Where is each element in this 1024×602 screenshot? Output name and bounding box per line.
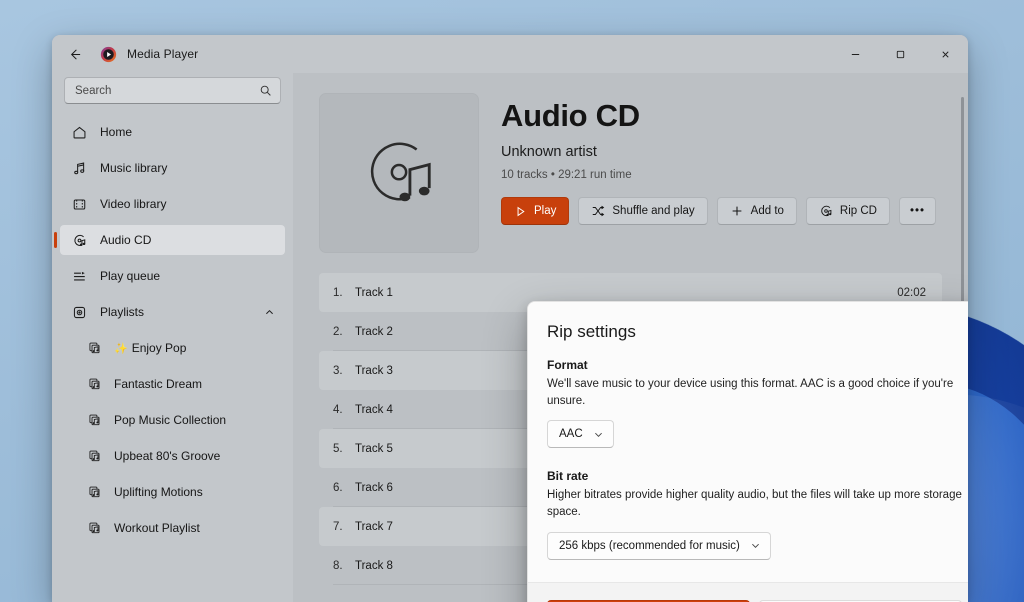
playlist-label: Workout Playlist (114, 521, 200, 535)
sidebar-playlist-fantastic-dream[interactable]: Fantastic Dream (60, 369, 285, 399)
sidebar-item-audio-cd-row: Audio CD (60, 222, 285, 258)
search-placeholder: Search (75, 84, 112, 97)
window-body: Search Home Music library Video library … (52, 73, 968, 602)
sidebar-playlist-uplifting-motions[interactable]: Uplifting Motions (60, 477, 285, 507)
minimize-button[interactable] (833, 35, 878, 73)
dialog-footer: Save Cancel (528, 581, 968, 602)
window-controls (833, 35, 968, 73)
playlist-icon (86, 375, 104, 393)
sidebar-playlist-workout-playlist[interactable]: Workout Playlist (60, 513, 285, 543)
playlist-label: Enjoy Pop (131, 341, 187, 355)
playlists-icon (70, 303, 88, 321)
home-icon (70, 123, 88, 141)
bitrate-description: Higher bitrates provide higher quality a… (547, 489, 962, 519)
sidebar-item-home[interactable]: Home (60, 117, 285, 147)
sidebar-item-audio-cd[interactable]: Audio CD (60, 225, 285, 255)
bitrate-label: Bit rate (547, 469, 589, 484)
chevron-down-icon (593, 429, 604, 440)
video-icon (70, 195, 88, 213)
main-content: Audio CD Unknown artist 10 tracks • 29:2… (293, 73, 968, 602)
title-bar: Media Player (52, 35, 968, 73)
sidebar-item-label: Playlists (100, 305, 145, 319)
sidebar-item-label: Audio CD (100, 233, 152, 247)
playlist-label: Fantastic Dream (114, 377, 203, 391)
audio-cd-icon (70, 231, 88, 249)
format-dropdown[interactable]: AAC (547, 420, 614, 449)
sidebar-item-home-row: Home (60, 114, 285, 150)
format-label: Format (547, 358, 588, 372)
playlist-row: Workout Playlist (60, 510, 285, 546)
bitrate-dropdown[interactable]: 256 kbps (recommended for music) (547, 531, 771, 560)
media-player-logo-icon (100, 46, 117, 63)
dialog-title: Rip settings (547, 322, 636, 341)
sidebar-item-playlists[interactable]: Playlists (60, 297, 285, 327)
chevron-down-icon (750, 540, 761, 551)
sidebar-item-play-queue-row: Play queue (60, 258, 285, 294)
search-icon (259, 84, 272, 97)
bitrate-section: Bit rate Higher bitrates provide higher … (547, 469, 962, 560)
playlist-icon (86, 483, 104, 501)
sidebar-item-label: Play queue (100, 269, 161, 283)
format-value: AAC (559, 428, 583, 441)
sidebar-item-play-queue[interactable]: Play queue (60, 261, 285, 291)
playlist-row: Upbeat 80's Groove (60, 438, 285, 474)
music-note-icon (70, 159, 88, 177)
sidebar-item-playlists-row: Playlists (60, 294, 285, 330)
playlist-icon (86, 411, 104, 429)
playlist-label: Upbeat 80's Groove (114, 449, 221, 463)
sidebar-playlist-pop-music-collection[interactable]: Pop Music Collection (60, 405, 285, 435)
sparkle-icon: ✨ (114, 342, 128, 355)
sidebar-playlist-upbeat-80s-groove[interactable]: Upbeat 80's Groove (60, 441, 285, 471)
sidebar-item-music-library-row: Music library (60, 150, 285, 186)
maximize-button[interactable] (878, 35, 923, 73)
back-button[interactable] (58, 38, 90, 70)
playlist-icon (86, 519, 104, 537)
playlist-row: Pop Music Collection (60, 402, 285, 438)
sidebar-item-label: Video library (100, 197, 167, 211)
sidebar-item-label: Music library (100, 161, 168, 175)
search-input[interactable]: Search (64, 77, 281, 104)
media-player-window: Media Player Search Home Music library V… (52, 35, 968, 602)
format-description: We'll save music to your device using th… (547, 378, 954, 407)
playlist-row: Uplifting Motions (60, 474, 285, 510)
sidebar-item-label: Home (100, 125, 133, 139)
play-queue-icon (70, 267, 88, 285)
close-button[interactable] (923, 35, 968, 73)
sidebar-playlist-enjoy-pop[interactable]: ✨ Enjoy Pop (60, 333, 285, 363)
sidebar-item-music-library[interactable]: Music library (60, 153, 285, 183)
sidebar: Search Home Music library Video library … (52, 73, 293, 602)
dialog-body: Rip settings Format We'll save music to … (528, 302, 968, 582)
playlist-label: Pop Music Collection (114, 413, 227, 427)
sidebar-item-video-library[interactable]: Video library (60, 189, 285, 219)
bitrate-value: 256 kbps (recommended for music) (559, 539, 740, 552)
playlist-icon (86, 339, 104, 357)
playlist-row: Fantastic Dream (60, 366, 285, 402)
window-title: Media Player (127, 47, 199, 61)
playlist-row: ✨ Enjoy Pop (60, 330, 285, 366)
rip-settings-dialog: Rip settings Format We'll save music to … (527, 301, 968, 602)
playlist-label: Uplifting Motions (114, 485, 203, 499)
sidebar-item-video-library-row: Video library (60, 186, 285, 222)
modal-scrim: Rip settings Format We'll save music to … (293, 73, 968, 602)
playlist-icon (86, 447, 104, 465)
chevron-up-icon[interactable] (264, 307, 275, 318)
format-section: Format We'll save music to your device u… (547, 358, 962, 449)
